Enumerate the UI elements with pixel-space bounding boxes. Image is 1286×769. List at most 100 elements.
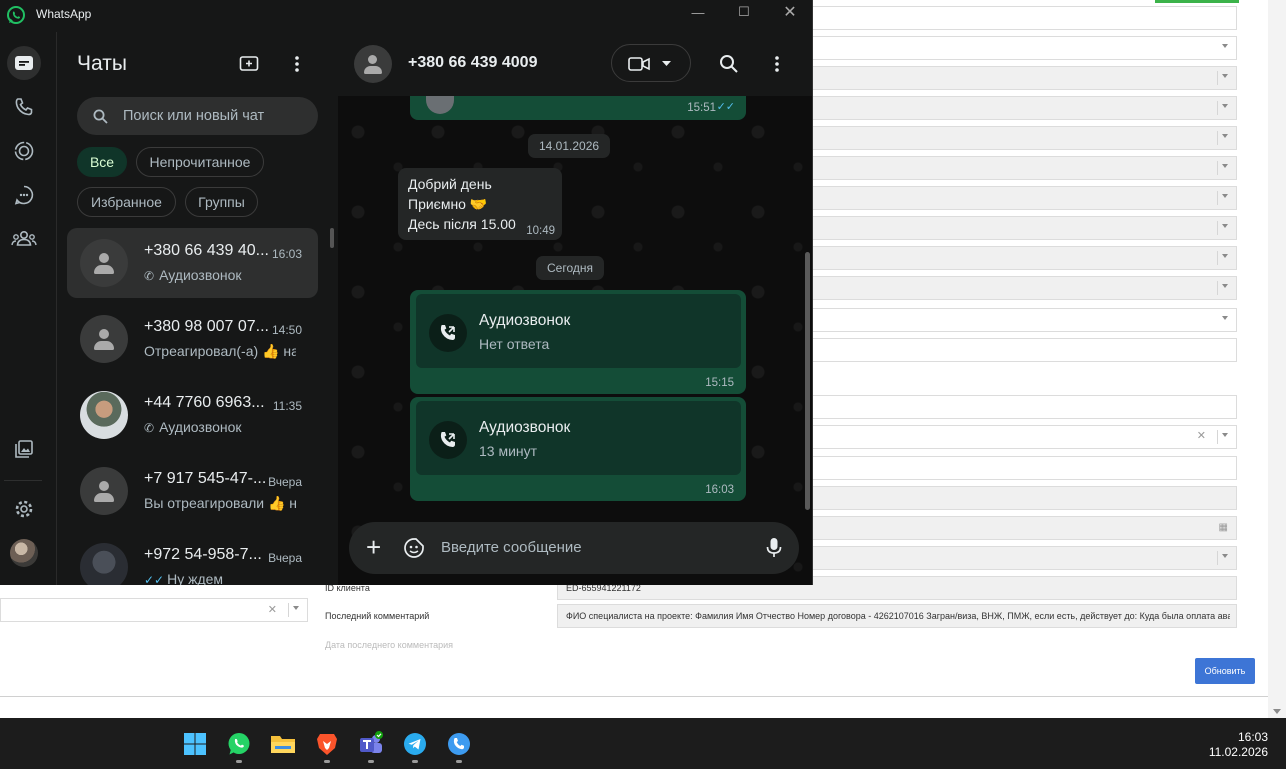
media-nav-button[interactable] [7,432,41,466]
clear-icon[interactable]: ✕ [1197,429,1206,442]
status-nav-button[interactable] [7,134,41,168]
message-text: Приємно 🤝 [408,196,488,212]
whatsapp-logo-icon [228,733,250,755]
chat-item[interactable]: +44 7760 6963... 11:35 ✆ Аудиозвонок [67,380,318,450]
communities-nav-button[interactable] [7,222,41,256]
contact-name[interactable]: +380 66 439 4009 [408,54,537,72]
nav-rail [0,32,46,585]
crm-green-button[interactable] [1155,0,1239,3]
call-duration: 13 минут [479,443,538,459]
outgoing-call-icon [429,421,467,459]
chat-preview: ✆ Аудиозвонок [144,419,296,435]
conversation-scrollbar[interactable] [805,252,810,510]
new-chat-button[interactable] [237,52,261,76]
whatsapp-window: WhatsApp ― ☐ ✕ Чаты Поиск или новый чат … [0,0,813,585]
chevron-down-icon [1222,44,1228,48]
last-comment-label: Последний комментарий [325,611,430,621]
phone-app-icon [448,733,470,755]
message-bubble-in[interactable]: Добрий день Приємно 🤝 Десь після 15.00 1… [398,168,562,240]
call-card[interactable]: Аудиозвонок Нет ответа [416,294,741,368]
running-indicator [324,760,330,763]
video-call-button[interactable] [611,44,691,82]
chat-time: 14:50 [271,323,302,337]
scroll-down-icon[interactable] [1273,709,1281,714]
chevron-down-icon [1222,74,1228,78]
call-message-bubble[interactable]: Аудиозвонок Нет ответа 15:15 [410,290,746,394]
windows-icon [184,733,206,755]
call-message-bubble[interactable]: Аудиозвонок 13 минут 16:03 [410,397,746,501]
new-chat-icon [239,56,259,71]
last-comment-date-label: Дата последнего комментария [325,640,454,650]
close-button[interactable]: ✕ [778,2,802,22]
message-composer[interactable]: + Введите сообщение [349,522,799,574]
chat-preview-text: Аудиозвонок [159,267,242,283]
taskbar-brave[interactable] [314,731,340,757]
filter-unread[interactable]: Непрочитанное [136,147,264,177]
message-time: 15:15 [705,377,734,389]
chat-item[interactable]: +380 98 007 07... 14:50 Отреагировал(-а)… [67,304,318,374]
minimize-button[interactable]: ― [686,2,710,22]
crm-select-left[interactable]: ✕ [0,598,308,622]
call-status: Нет ответа [479,336,550,352]
chat-list-title: Чаты [77,52,127,75]
calls-nav-button[interactable] [7,90,41,124]
taskbar-teams[interactable] [358,731,384,757]
taskbar-phone-app[interactable] [446,731,472,757]
telegram-icon [404,733,426,755]
chevron-down-icon [662,61,671,66]
running-indicator [412,760,418,763]
taskbar-telegram[interactable] [402,731,428,757]
chat-item[interactable]: +380 66 439 40... 16:03 ✆ Аудиозвонок [67,228,318,298]
search-button[interactable] [717,52,741,76]
window-titlebar[interactable]: WhatsApp ― ☐ ✕ [0,0,812,30]
sticker-icon[interactable] [403,537,425,559]
chevron-down-icon [1222,433,1228,437]
search-input[interactable]: Поиск или новый чат [77,97,318,135]
divider [0,696,1268,697]
profile-nav-button[interactable] [7,536,41,570]
kebab-menu-icon [295,56,299,72]
filter-favorites[interactable]: Избранное [77,187,176,217]
taskbar-file-explorer[interactable] [270,731,296,757]
missed-call-icon [429,314,467,352]
channels-nav-button[interactable] [7,178,41,212]
chat-name: +380 98 007 07... [144,318,269,335]
chat-item[interactable]: +7 917 545-47-... Вчера Вы отреагировали… [67,456,318,526]
filter-all[interactable]: Все [77,147,127,177]
filter-groups[interactable]: Группы [185,187,258,217]
chat-item[interactable]: +972 54-958-7... Вчера ✓✓ Ну ждем [67,532,318,585]
chat-name: +44 7760 6963... [144,394,265,411]
menu-button[interactable] [765,52,789,76]
search-icon [720,55,738,73]
system-clock[interactable]: 16:03 11.02.2026 [1209,730,1268,760]
last-comment-field[interactable]: ФИО специалиста на проекте: Фамилия Имя … [557,604,1237,628]
chat-time: Вчера [268,551,302,565]
avatar [80,239,128,287]
kebab-menu-icon [775,56,779,72]
chat-time: Вчера [268,475,302,489]
channels-icon [14,185,34,205]
chats-icon [15,56,33,70]
taskbar-whatsapp[interactable] [226,731,252,757]
conversation-header[interactable]: +380 66 439 4009 [338,32,812,96]
page-scrollbar[interactable] [1268,0,1286,718]
microphone-icon[interactable] [766,537,782,559]
update-button[interactable]: Обновить [1195,658,1255,684]
avatar [80,467,128,515]
chat-list-scrollbar[interactable] [330,228,334,248]
clear-icon[interactable]: ✕ [268,603,277,616]
rail-divider [4,480,42,481]
attach-plus-icon[interactable]: + [366,532,381,562]
start-button[interactable] [182,731,208,757]
chats-nav-button[interactable] [7,46,41,80]
chat-time: 16:03 [271,247,302,261]
avatar[interactable] [354,45,392,83]
message-time: 10:49 [526,225,555,237]
menu-button[interactable] [285,52,309,76]
message-input-placeholder: Введите сообщение [441,539,582,556]
call-card[interactable]: Аудиозвонок 13 минут [416,401,741,475]
status-icon [14,141,34,161]
settings-nav-button[interactable] [7,492,41,526]
calendar-icon: ▦ [1218,522,1228,533]
maximize-button[interactable]: ☐ [732,2,756,22]
